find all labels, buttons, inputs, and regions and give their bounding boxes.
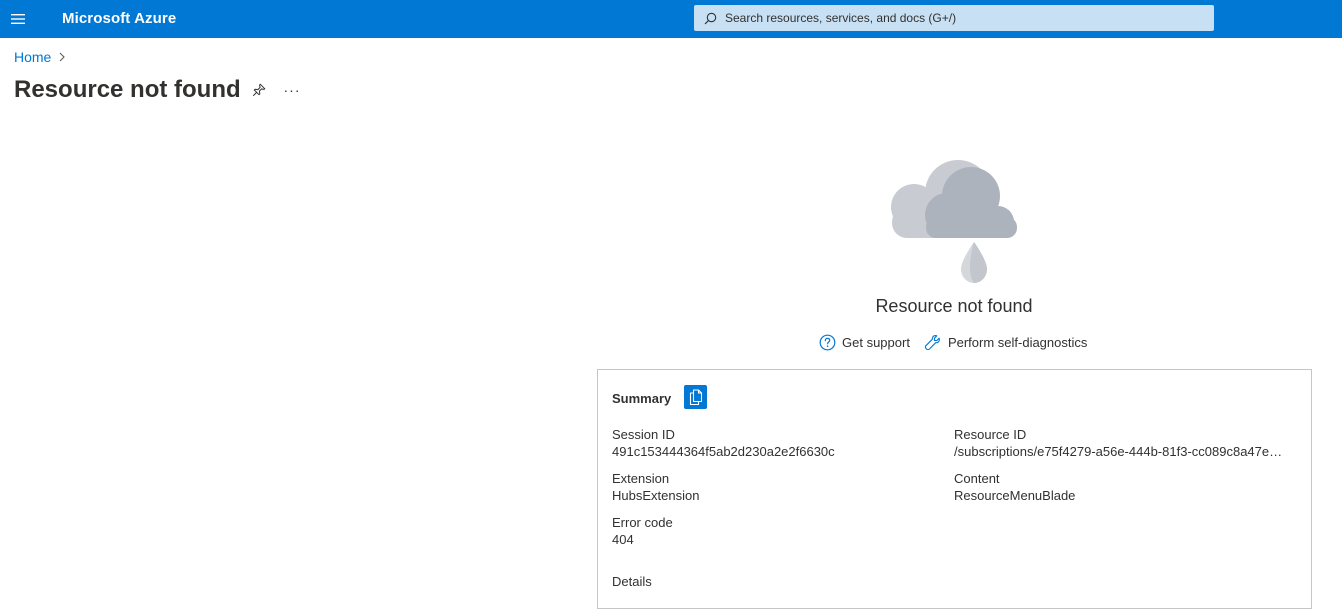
error-heading: Resource not found — [875, 296, 1033, 316]
content-label: Content — [954, 471, 1000, 486]
summary-card: Summary Session ID 491c153444364f5ab2d23… — [597, 369, 1312, 609]
error-code-field: Error code 404 — [612, 514, 932, 548]
copy-button[interactable] — [684, 385, 707, 409]
content-value: ResourceMenuBlade — [954, 488, 1076, 503]
extension-label: Extension — [612, 471, 670, 486]
question-circle-icon — [818, 333, 836, 351]
error-code-label: Error code — [612, 515, 673, 530]
breadcrumb: Home — [14, 48, 66, 66]
breadcrumb-home-link[interactable]: Home — [14, 49, 51, 65]
hamburger-icon[interactable] — [0, 0, 36, 38]
chevron-right-icon — [58, 52, 66, 62]
details-label: Details — [612, 574, 652, 589]
get-support-link[interactable]: Get support — [818, 333, 910, 351]
search-icon — [703, 11, 717, 25]
self-diagnostics-link[interactable]: Perform self-diagnostics — [924, 333, 1087, 351]
details-field: Details — [612, 573, 1292, 590]
wrench-icon — [924, 333, 942, 351]
cloud-raindrop-icon — [886, 155, 1022, 287]
more-options-button[interactable]: ··· — [282, 80, 302, 100]
search-box[interactable] — [694, 5, 1214, 31]
search-input[interactable] — [723, 6, 1214, 30]
page-title: Resource not found — [14, 76, 241, 103]
extension-value: HubsExtension — [612, 488, 700, 503]
session-id-field: Session ID 491c153444364f5ab2d230a2e2f66… — [612, 426, 932, 460]
summary-title: Summary — [612, 391, 672, 406]
extension-field: Extension HubsExtension — [612, 470, 932, 504]
resource-id-label: Resource ID — [954, 427, 1027, 442]
pin-icon[interactable] — [249, 80, 269, 100]
resource-id-value: /subscriptions/e75f4279-a56e-444b-81f3-c… — [954, 444, 1286, 459]
brand-title[interactable]: Microsoft Azure — [62, 0, 176, 38]
top-bar: Microsoft Azure — [0, 0, 1342, 38]
resource-id-field: Resource ID /subscriptions/e75f4279-a56e… — [954, 426, 1286, 460]
session-id-label: Session ID — [612, 427, 675, 442]
error-code-value: 404 — [612, 532, 634, 547]
copy-icon — [689, 388, 703, 406]
session-id-value: 491c153444364f5ab2d230a2e2f6630c — [612, 444, 835, 459]
error-links: Get support Perform self-diagnostics — [818, 332, 1087, 352]
content-field: Content ResourceMenuBlade — [954, 470, 1286, 504]
get-support-label: Get support — [842, 334, 910, 350]
self-diagnostics-label: Perform self-diagnostics — [947, 334, 1088, 350]
